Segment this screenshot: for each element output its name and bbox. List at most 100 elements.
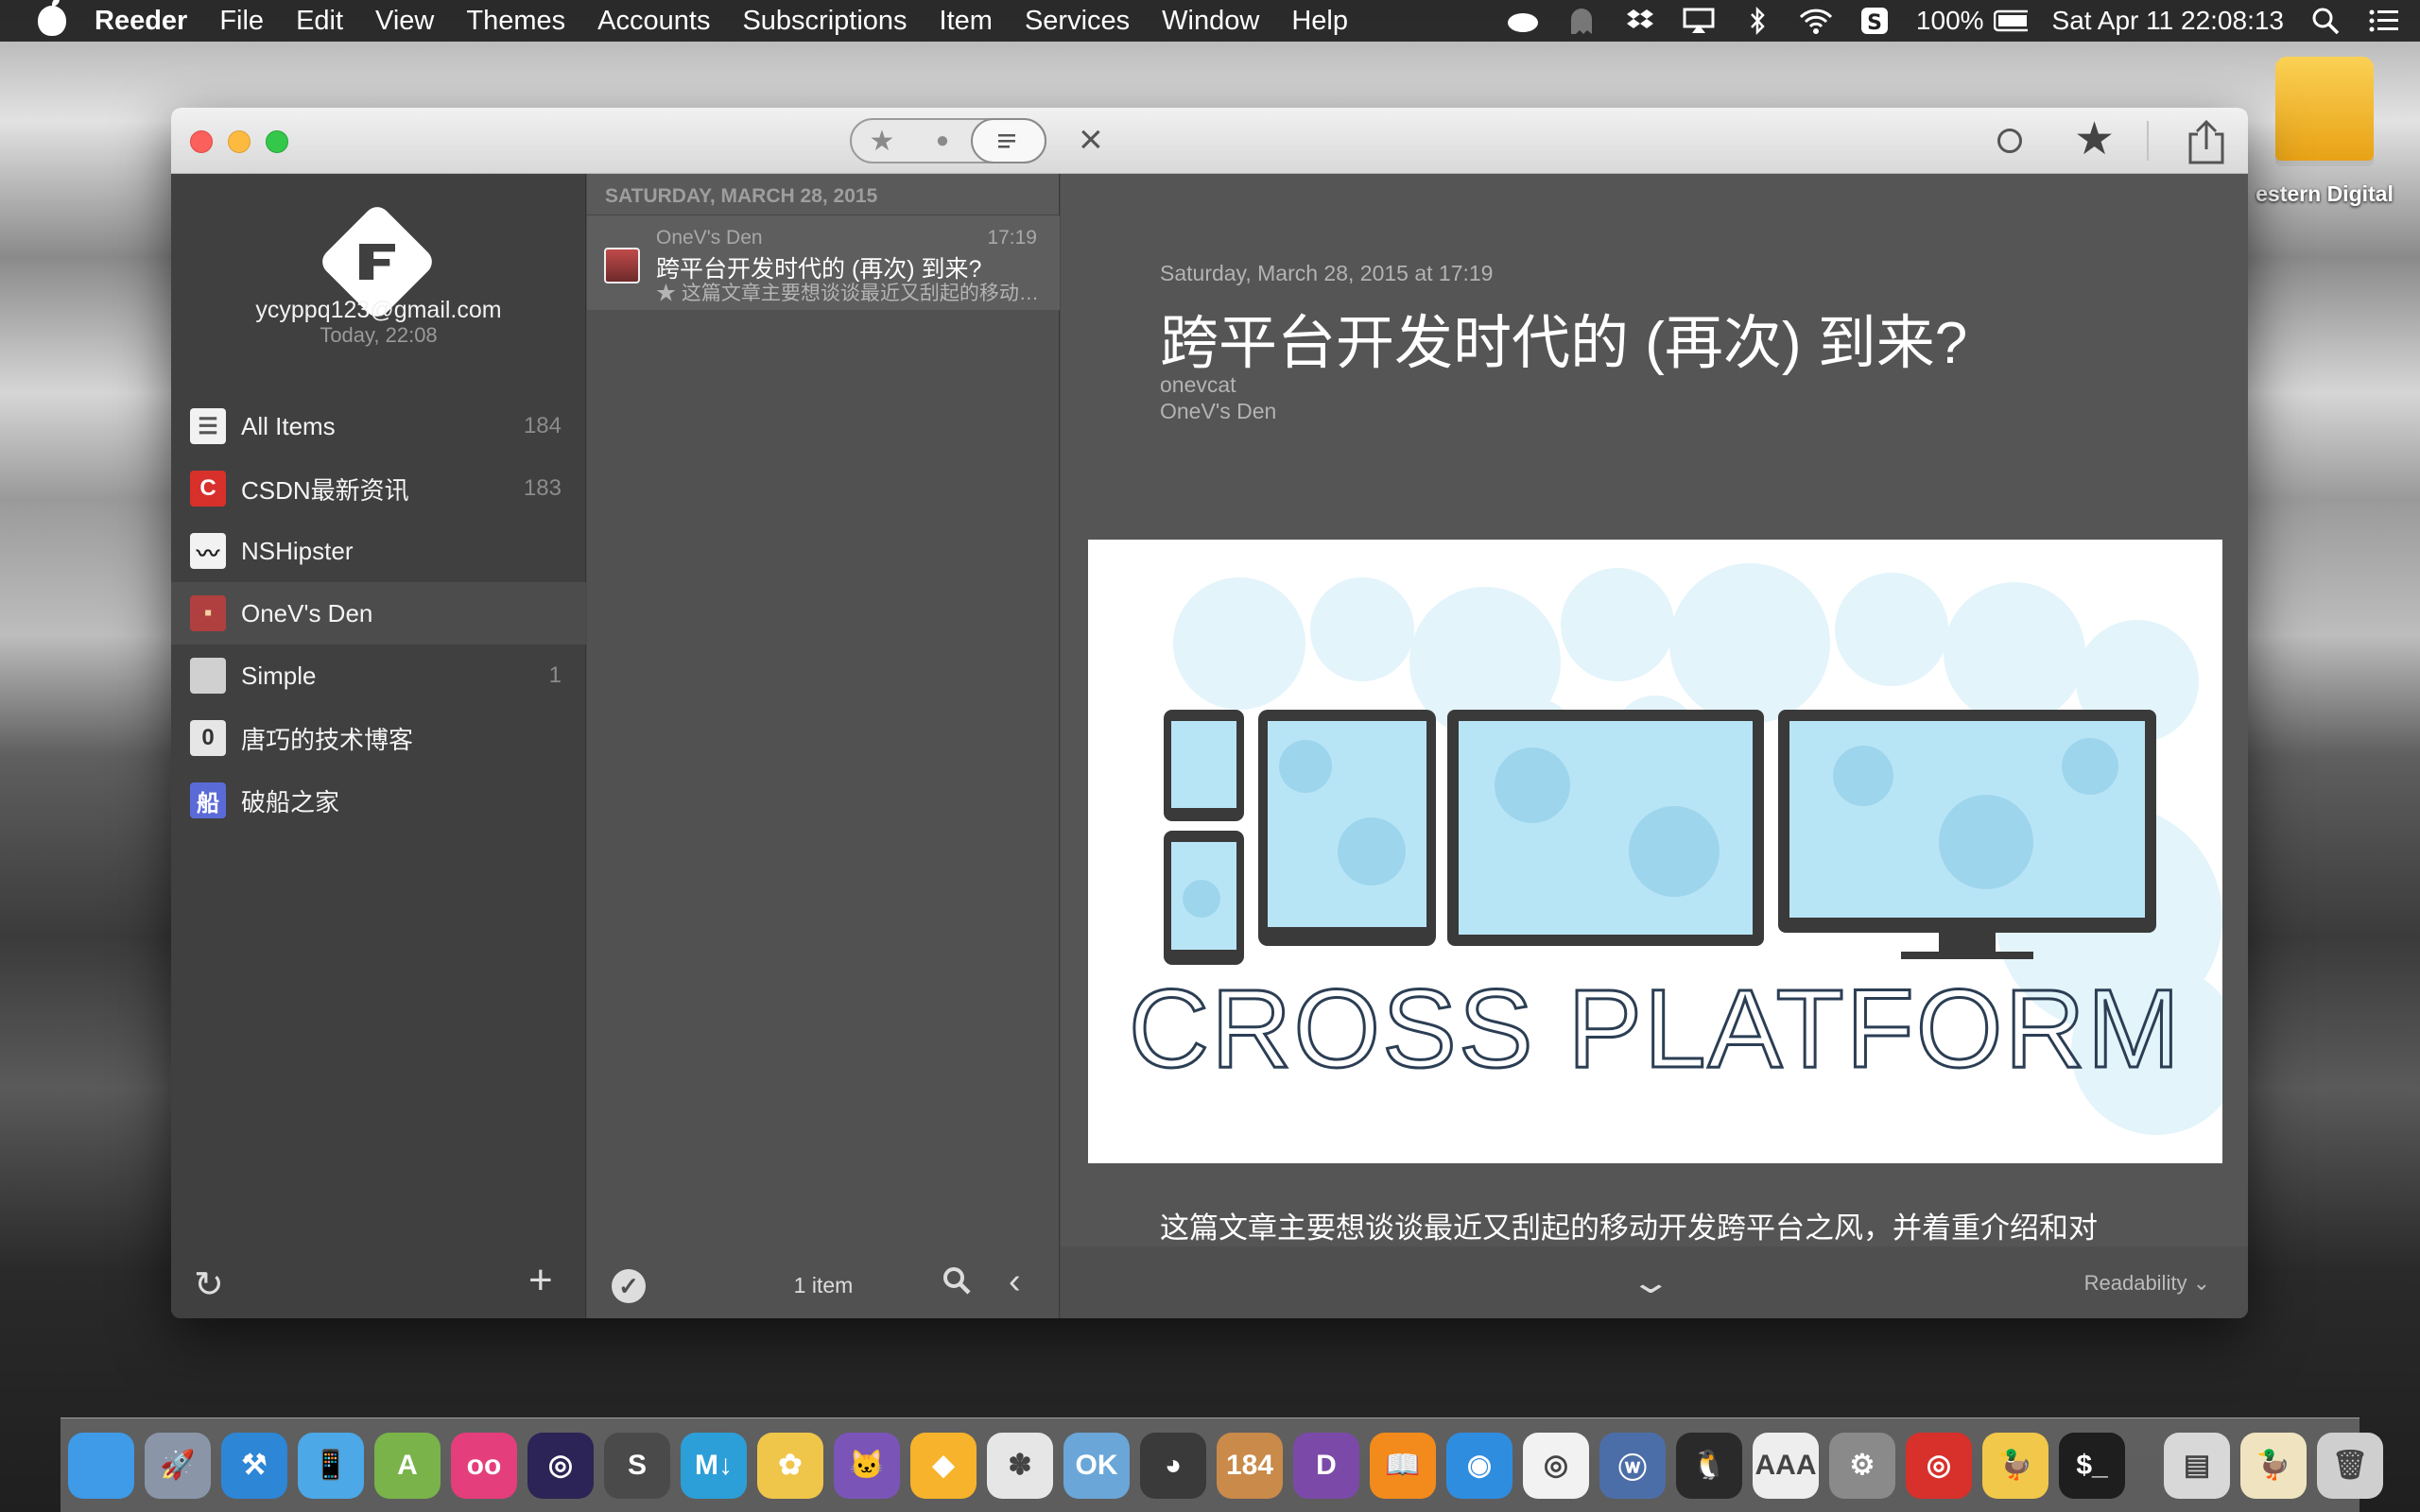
article-summary: ★ 这篇文章主要想谈谈最近又刮起的移动开发跨平台之风，并着重介绍和对 (656, 283, 1039, 304)
s-app-icon[interactable]: S (1858, 7, 1892, 35)
menu-file[interactable]: File (219, 6, 264, 37)
menu-accounts[interactable]: Accounts (597, 6, 710, 37)
chrome-icon[interactable]: ◎ (1523, 1432, 1589, 1499)
unread-count: 183 (523, 475, 562, 501)
add-subscription-icon[interactable]: + (528, 1257, 553, 1304)
account-email: ycyppq123@gmail.com (255, 297, 502, 323)
document-stack-icon[interactable]: 🦆 (2240, 1432, 2307, 1499)
menu-edit[interactable]: Edit (296, 6, 343, 37)
pinwheel-icon[interactable]: ✽ (987, 1432, 1053, 1499)
dock: 🚀 ⚒ 📱 Aoo ◎ S M↓ ✿ 🐱 ◆ ✽ OK ◕ 184 D 📖 ◉ ◎ ⓦ 🐧 AAA ⚙ ◎ 🦆 $_ ▤ 🦆 🗑 (60, 1418, 2383, 1512)
ibooks-icon[interactable]: 📖 (1370, 1432, 1436, 1499)
refresh-icon[interactable]: ↻ (194, 1263, 224, 1306)
drive-graphic (2275, 57, 2374, 161)
netease-music-icon[interactable]: ◎ (1906, 1432, 1972, 1499)
feed-name: Simple (241, 661, 317, 690)
android-studio-icon[interactable]: A (374, 1432, 441, 1499)
cross-platform-image: CROSS PLATFORM (1088, 540, 2222, 1163)
safari-icon[interactable]: ◉ (1446, 1432, 1512, 1499)
window-minimize-button[interactable] (228, 130, 251, 153)
svg-text:S: S (1867, 11, 1882, 35)
sidebar-item-feed-6[interactable]: 船破船之家 (171, 769, 586, 832)
apple-menu-icon[interactable] (38, 0, 66, 36)
next-article-chevron-icon[interactable]: ⌄ (1629, 1263, 1672, 1301)
menu-window[interactable]: Window (1162, 6, 1259, 37)
github-icon[interactable]: 🐱 (834, 1432, 900, 1499)
sidebar-item-nshipster[interactable]: 〰 NSHipster (171, 520, 586, 582)
date-header: SATURDAY, MARCH 28, 2015 (587, 174, 1059, 215)
qq-icon[interactable]: 🐧 (1676, 1432, 1742, 1499)
feed-icon: 船 (190, 782, 226, 818)
menu-item[interactable]: Item (940, 6, 993, 37)
notification-center-icon[interactable] (2367, 7, 2401, 35)
weibo-icon[interactable]: ⓦ (1599, 1432, 1666, 1499)
xcode-icon[interactable]: ⚒ (221, 1432, 287, 1499)
status-area: S 100% Sat Apr 11 22:08:13 (1506, 0, 2401, 42)
battery-icon[interactable] (1993, 7, 2028, 35)
sidebar-item-feed-5[interactable]: 0 唐巧的技术博客 (171, 707, 586, 769)
downloads-stack-icon[interactable]: ▤ (2164, 1432, 2230, 1499)
cornerstone-icon[interactable]: ✿ (757, 1432, 823, 1499)
simulator-icon[interactable]: 📱 (298, 1432, 364, 1499)
article-list: SATURDAY, MARCH 28, 2015 OneV's Den 17:1… (587, 174, 1060, 1318)
starred-filter-icon[interactable]: ★ (852, 125, 912, 158)
feed-icon: 0 (190, 720, 226, 756)
readability-dropdown[interactable]: Readability ⌄ (2084, 1271, 2210, 1296)
sidebar-item-csdn[interactable]: C CSDN最新资讯 183 (171, 457, 586, 520)
sublime-text-icon[interactable]: S (604, 1432, 670, 1499)
trash-icon[interactable]: 🗑 (2317, 1432, 2383, 1499)
article-list-item[interactable]: OneV's Den 17:19 跨平台开发时代的 (再次) 到来? ★ 这篇文… (587, 215, 1060, 310)
menu-services[interactable]: Services (1025, 6, 1130, 37)
eclipse-icon[interactable]: ◎ (527, 1432, 594, 1499)
unread-filter-icon[interactable]: ● (912, 128, 973, 154)
cyberduck-icon[interactable]: 🦆 (1982, 1432, 2048, 1499)
sidebar-item-onev-s-den[interactable]: ▪ OneV's Den (171, 582, 586, 644)
article-author: onevcat (1160, 372, 1236, 397)
reader-pane: Saturday, March 28, 2015 at 17:19 跨平台开发时… (1061, 174, 2248, 1318)
external-drive-icon[interactable]: estern Digital (2254, 57, 2395, 236)
all-filter-icon[interactable] (971, 118, 1046, 163)
close-article-icon[interactable]: × (1079, 119, 1103, 161)
font-book-icon[interactable]: AAA (1753, 1432, 1819, 1499)
cloud-app-icon[interactable] (1506, 7, 1540, 35)
spotlight-search-icon[interactable] (2308, 7, 2342, 35)
app-menu-reeder[interactable]: Reeder (95, 6, 187, 37)
launchpad-icon[interactable]: 🚀 (145, 1432, 211, 1499)
color-picker-icon[interactable]: ◕ (1140, 1432, 1206, 1499)
finder-icon[interactable] (68, 1432, 134, 1499)
unread-count: 1 (548, 662, 562, 688)
article-body: 这篇文章主要想谈谈最近又刮起的移动开发跨平台之风，并着重介绍和对 (1160, 1211, 2098, 1245)
article-feed[interactable]: OneV's Den (1160, 399, 1276, 424)
ghost-icon[interactable] (1564, 7, 1599, 35)
window-close-button[interactable] (190, 130, 213, 153)
flickr-icon[interactable]: oo (451, 1432, 517, 1499)
window-zoom-button[interactable] (266, 130, 288, 153)
bluetooth-icon[interactable] (1740, 7, 1774, 35)
menu-subscriptions[interactable]: Subscriptions (742, 6, 907, 37)
airplay-icon[interactable] (1682, 7, 1716, 35)
preview-icon[interactable]: OK (1063, 1432, 1130, 1499)
feed-thumbnail-icon (604, 248, 640, 284)
reeder-box-icon[interactable]: 184 (1217, 1432, 1283, 1499)
wifi-icon[interactable] (1799, 7, 1833, 35)
menu-themes[interactable]: Themes (466, 6, 565, 37)
dropbox-icon[interactable] (1623, 7, 1657, 35)
feed-icon: ▪ (190, 595, 226, 631)
sidebar-item-simple[interactable]: Simple 1 (171, 644, 586, 707)
back-chevron-icon[interactable]: ‹ (1009, 1263, 1021, 1300)
menu-view[interactable]: View (375, 6, 434, 37)
clock[interactable]: Sat Apr 11 22:08:13 (2052, 6, 2284, 36)
system-preferences-icon[interactable]: ⚙ (1829, 1432, 1895, 1499)
sketch-icon[interactable]: ◆ (910, 1432, 977, 1499)
share-icon[interactable] (2185, 119, 2228, 164)
sidebar-item-all-items[interactable]: ☰ All Items 184 (171, 395, 586, 457)
star-article-icon[interactable]: ★ (2074, 113, 2115, 166)
article-time: 17:19 (987, 227, 1037, 249)
terminal-icon[interactable]: $_ (2059, 1432, 2125, 1499)
mou-icon[interactable]: M↓ (681, 1432, 747, 1499)
article-source: OneV's Den (656, 227, 763, 249)
menu-help[interactable]: Help (1291, 6, 1348, 37)
dash-icon[interactable]: D (1293, 1432, 1359, 1499)
mark-unread-icon[interactable] (1997, 129, 2022, 153)
search-icon[interactable] (942, 1266, 971, 1295)
